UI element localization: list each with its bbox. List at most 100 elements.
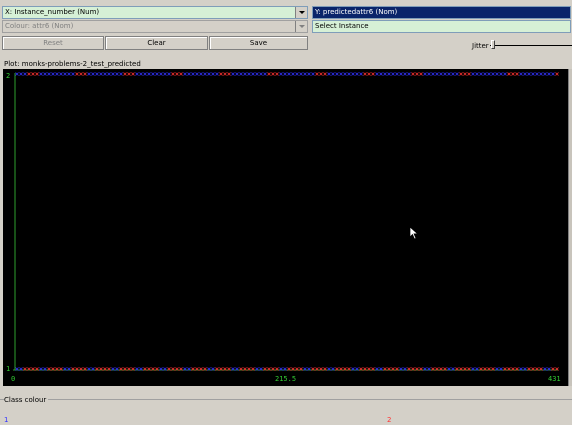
data-point	[59, 72, 63, 76]
data-point	[463, 72, 467, 76]
data-point	[435, 72, 439, 76]
data-point	[251, 72, 255, 76]
data-point	[15, 72, 19, 76]
data-point	[483, 72, 487, 76]
data-point	[163, 72, 167, 76]
data-point	[67, 72, 71, 76]
data-point	[179, 72, 183, 76]
data-point	[259, 72, 263, 76]
save-button-label: Save	[249, 39, 268, 47]
data-point	[235, 72, 239, 76]
data-point	[39, 72, 43, 76]
data-point	[419, 72, 423, 76]
data-point	[219, 72, 223, 76]
data-point	[23, 72, 27, 76]
jitter-slider-thumb[interactable]	[491, 40, 495, 49]
data-point	[531, 72, 535, 76]
data-point	[403, 72, 407, 76]
data-point	[315, 72, 319, 76]
data-point	[283, 72, 287, 76]
colour-select[interactable]: Colour: attr6 (Nom)	[2, 20, 308, 33]
data-point	[387, 72, 391, 76]
select-instance-select[interactable]: Select Instance	[312, 20, 571, 33]
data-point	[499, 72, 503, 76]
data-point	[255, 72, 259, 76]
x-tick-mid: 215.5	[275, 375, 296, 383]
data-point	[95, 72, 99, 76]
data-point	[319, 72, 323, 76]
data-point	[115, 72, 119, 76]
data-point	[423, 72, 427, 76]
data-point	[327, 72, 331, 76]
data-point	[503, 72, 507, 76]
data-point	[139, 72, 143, 76]
data-point	[439, 72, 443, 76]
data-point	[343, 72, 347, 76]
data-point	[487, 72, 491, 76]
data-point	[467, 72, 471, 76]
data-point	[451, 72, 455, 76]
clear-button[interactable]: Clear	[105, 36, 208, 50]
plot-area[interactable]: 2 1 0 215.5 431	[3, 69, 568, 386]
data-point	[243, 72, 247, 76]
data-point	[471, 72, 475, 76]
data-point	[51, 72, 55, 76]
data-point	[331, 72, 335, 76]
data-point	[175, 72, 179, 76]
data-point	[279, 72, 283, 76]
data-point	[87, 72, 91, 76]
data-point	[307, 72, 311, 76]
data-point	[43, 72, 47, 76]
data-point	[491, 72, 495, 76]
right-scrollbar[interactable]	[568, 69, 572, 386]
clear-button-label: Clear	[147, 39, 166, 47]
data-point	[407, 72, 411, 76]
data-point	[55, 72, 59, 76]
data-point	[383, 72, 387, 76]
data-point	[447, 72, 451, 76]
chevron-down-icon	[295, 21, 307, 32]
save-button[interactable]: Save	[209, 36, 308, 50]
data-point	[91, 72, 95, 76]
data-point	[263, 72, 267, 76]
data-point	[267, 72, 271, 76]
class-colour-item-2[interactable]: 2	[387, 416, 391, 425]
data-point	[347, 72, 351, 76]
data-point	[147, 72, 151, 76]
x-axis-select[interactable]: X: Instance_number (Num)	[2, 6, 308, 19]
y-axis-select[interactable]: Y: predictedattr6 (Nom)	[312, 6, 571, 19]
data-point	[103, 72, 107, 76]
data-point	[427, 72, 431, 76]
data-point	[295, 72, 299, 76]
reset-button[interactable]: Reset	[2, 36, 104, 50]
data-point	[351, 72, 355, 76]
data-point	[155, 72, 159, 76]
data-point	[479, 72, 483, 76]
data-point	[231, 72, 235, 76]
data-point	[223, 72, 227, 76]
data-point	[547, 72, 551, 76]
class-colour-item-1[interactable]: 1	[4, 416, 8, 425]
data-point	[151, 72, 155, 76]
data-point	[203, 72, 207, 76]
data-point	[399, 72, 403, 76]
data-point	[247, 72, 251, 76]
data-point	[191, 72, 195, 76]
data-point	[455, 72, 459, 76]
data-point	[495, 72, 499, 76]
data-point	[127, 72, 131, 76]
data-point	[459, 72, 463, 76]
data-point	[195, 72, 199, 76]
chevron-down-icon	[295, 7, 307, 18]
data-point	[411, 72, 415, 76]
data-point	[291, 72, 295, 76]
y-axis-select-value: Y: predictedattr6 (Nom)	[315, 8, 398, 16]
data-point	[303, 72, 307, 76]
data-point	[475, 72, 479, 76]
data-point	[391, 72, 395, 76]
data-point	[135, 72, 139, 76]
data-point	[227, 72, 231, 76]
data-point	[171, 72, 175, 76]
data-point	[275, 72, 279, 76]
jitter-slider-track[interactable]	[490, 45, 572, 46]
